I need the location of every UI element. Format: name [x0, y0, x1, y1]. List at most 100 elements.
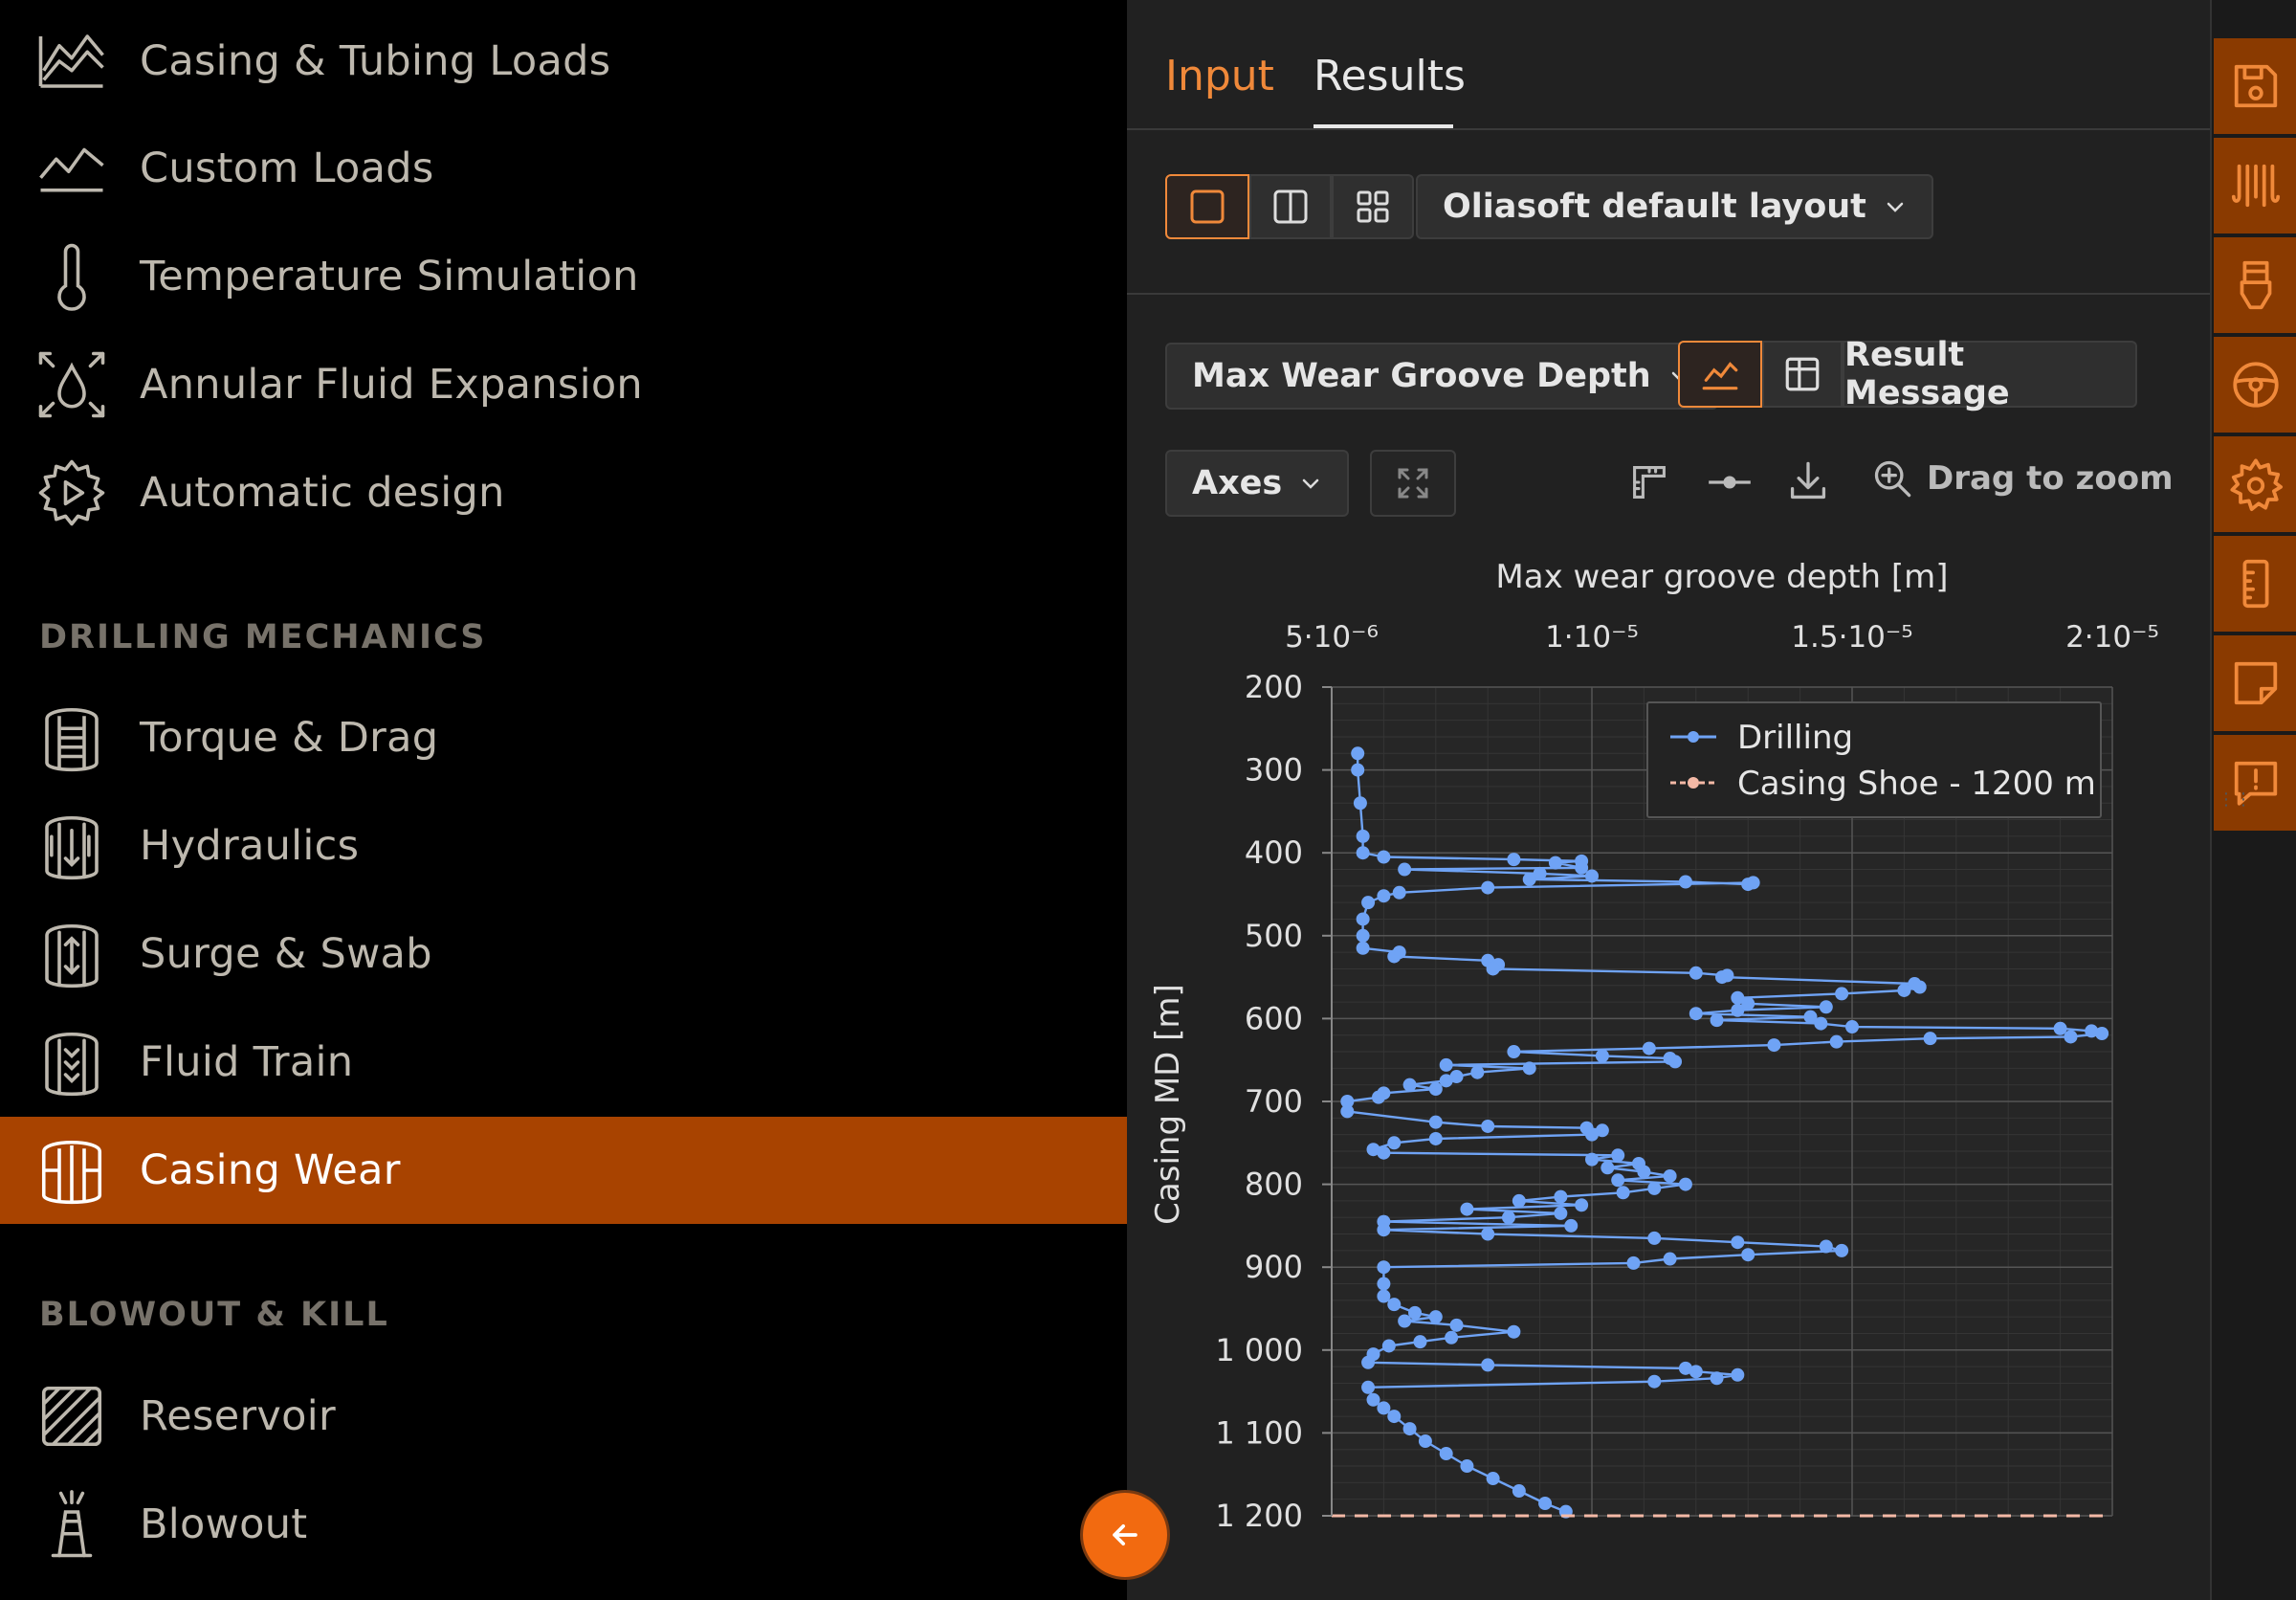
series-drilling-point — [1361, 1380, 1376, 1394]
sidebar-item-label: Casing Wear — [140, 1146, 401, 1194]
drag-handle-icon[interactable]: ⋮⋮ — [2218, 791, 2252, 809]
line-point-icon — [1709, 476, 1751, 489]
series-drilling-point — [1554, 1189, 1568, 1204]
series-drilling-point — [1564, 1218, 1578, 1233]
series-drilling-point — [1637, 1165, 1651, 1179]
save-button[interactable] — [2214, 38, 2296, 136]
sidebar-item-blowout[interactable]: Blowout — [0, 1471, 1127, 1578]
series-drilling-point — [1377, 1260, 1391, 1275]
sidebar-item-custom-loads[interactable]: Custom Loads — [0, 115, 1127, 222]
sidebar-item-label: Blowout — [140, 1500, 308, 1548]
chart-view-button[interactable] — [1678, 341, 1762, 408]
sidebar-item-surge-swab[interactable]: Surge & Swab — [0, 900, 1127, 1008]
series-drilling-point — [1689, 1007, 1703, 1021]
sidebar-item-temperature-simulation[interactable]: Temperature Simulation — [0, 223, 1127, 330]
table-view-button[interactable] — [1762, 341, 1843, 408]
x-tick-label: 1.5·10⁻⁵ — [1791, 620, 1912, 655]
sidebar-item-annular-fluid-expansion[interactable]: Annular Fluid Expansion — [0, 331, 1127, 438]
section-header-drilling-mechanics: DRILLING MECHANICS — [39, 618, 487, 656]
point-marker-button[interactable] — [1707, 461, 1753, 503]
series-drilling-point — [1731, 1235, 1745, 1250]
metric-dropdown[interactable]: Max Wear Groove Depth — [1165, 343, 1718, 410]
sidebar-item-reservoir[interactable]: Reservoir — [0, 1363, 1127, 1470]
y-tick-label: 500 — [1245, 918, 1303, 954]
fullscreen-button[interactable] — [1370, 450, 1456, 517]
series-drilling-point — [1449, 1318, 1464, 1332]
series-drilling-point — [1377, 1401, 1391, 1415]
y-tick-label: 400 — [1245, 834, 1303, 871]
y-tick-label: 1 000 — [1215, 1332, 1303, 1368]
y-tick-label: 1 200 — [1215, 1498, 1303, 1534]
series-drilling-point — [1746, 876, 1760, 890]
ruler-icon — [1633, 466, 1666, 499]
series-drilling-point — [1486, 962, 1500, 976]
series-drilling-point — [1418, 1434, 1432, 1449]
series-drilling-point — [1460, 1459, 1474, 1474]
sidebar-item-casing-tubing-loads[interactable]: Casing & Tubing Loads — [0, 8, 1127, 115]
series-drilling-point — [2095, 1026, 2109, 1040]
ruler-button[interactable] — [1628, 461, 1670, 503]
series-drilling-point — [1413, 1335, 1427, 1349]
wellbore-schematic-button[interactable] — [2214, 138, 2296, 235]
fluid-train-icon — [34, 1025, 109, 1100]
sidebar-item-torque-drag[interactable]: Torque & Drag — [0, 684, 1127, 791]
series-drilling-point — [1428, 1310, 1443, 1324]
series-drilling-point — [1377, 1145, 1391, 1160]
ruler-tool-button[interactable] — [2214, 536, 2296, 633]
series-drilling-point — [1678, 875, 1692, 889]
series-drilling-point — [1897, 983, 1911, 997]
tab-input[interactable]: Input — [1165, 52, 1274, 100]
x-axis-label: Max wear groove depth [m] — [1495, 558, 1948, 596]
collapse-sidebar-button[interactable] — [1083, 1493, 1167, 1577]
drag-to-zoom-button[interactable]: Drag to zoom — [1871, 457, 2174, 500]
legend-drilling-label: Drilling — [1737, 719, 1853, 757]
bha-button[interactable] — [2214, 237, 2296, 335]
series-drilling-point — [1611, 1173, 1625, 1188]
series-drilling-point — [1522, 872, 1536, 886]
series-drilling-point — [1507, 1045, 1521, 1059]
series-drilling-point — [1377, 1223, 1391, 1237]
sidebar-item-label: Automatic design — [140, 469, 505, 517]
grid-layout-button[interactable] — [1332, 174, 1414, 239]
y-tick-label: 1 100 — [1215, 1414, 1303, 1451]
axes-dropdown[interactable]: Axes — [1165, 450, 1350, 517]
columns-icon — [1273, 189, 1308, 224]
sidebar-item-fluid-train[interactable]: Fluid Train — [0, 1009, 1127, 1116]
series-drilling-point — [1522, 1061, 1536, 1076]
series-drilling-point — [2053, 1021, 2067, 1035]
feedback-button[interactable] — [2214, 735, 2296, 833]
series-drilling-point — [1663, 1252, 1677, 1266]
line-chart-icon — [1702, 362, 1738, 390]
steering-wheel-icon — [2233, 362, 2279, 408]
sidebar-item-label: Surge & Swab — [140, 930, 432, 978]
series-drilling-point — [1595, 1049, 1609, 1063]
zoom-in-icon — [1874, 460, 1911, 498]
sidebar-item-label: Fluid Train — [140, 1038, 354, 1086]
settings-button[interactable] — [2214, 436, 2296, 534]
wear-depth-chart[interactable]: 5·10⁻⁶ 1·10⁻⁵ 1.5·10⁻⁵ 2·10⁻⁵ 200 300 400 500 60… — [1127, 536, 2210, 1600]
series-drilling-point — [1408, 1305, 1423, 1320]
series-drilling-point — [1402, 1078, 1417, 1092]
series-drilling-point — [1663, 1168, 1677, 1183]
sidebar-item-automatic-design[interactable]: Automatic design — [0, 439, 1127, 546]
sticky-note-icon — [2234, 661, 2278, 705]
y-tick-label: 600 — [1245, 1000, 1303, 1036]
tab-results[interactable]: Results — [1314, 52, 1466, 100]
sidebar-item-hydraulics[interactable]: Hydraulics — [0, 792, 1127, 900]
layout-dropdown[interactable]: Oliasoft default layout — [1416, 174, 1933, 239]
series-drilling-point — [1381, 1339, 1396, 1353]
section-header-blowout-kill: BLOWOUT & KILL — [39, 1296, 389, 1334]
torque-drag-icon — [34, 700, 109, 775]
single-layout-button[interactable] — [1165, 174, 1249, 239]
steering-button[interactable] — [2214, 337, 2296, 434]
sidebar-item-label: Annular Fluid Expansion — [140, 361, 643, 409]
result-message-button[interactable]: Result Message — [1843, 336, 2137, 412]
split-layout-button[interactable] — [1249, 174, 1332, 239]
series-drilling-point — [1845, 1020, 1859, 1034]
series-drilling-point — [1392, 885, 1406, 900]
download-button[interactable] — [1787, 459, 1829, 503]
sidebar-item-casing-wear[interactable]: Casing Wear — [0, 1117, 1127, 1224]
series-drilling-point — [1814, 1016, 1828, 1031]
series-drilling-point — [1445, 1330, 1459, 1344]
notes-button[interactable] — [2214, 635, 2296, 733]
